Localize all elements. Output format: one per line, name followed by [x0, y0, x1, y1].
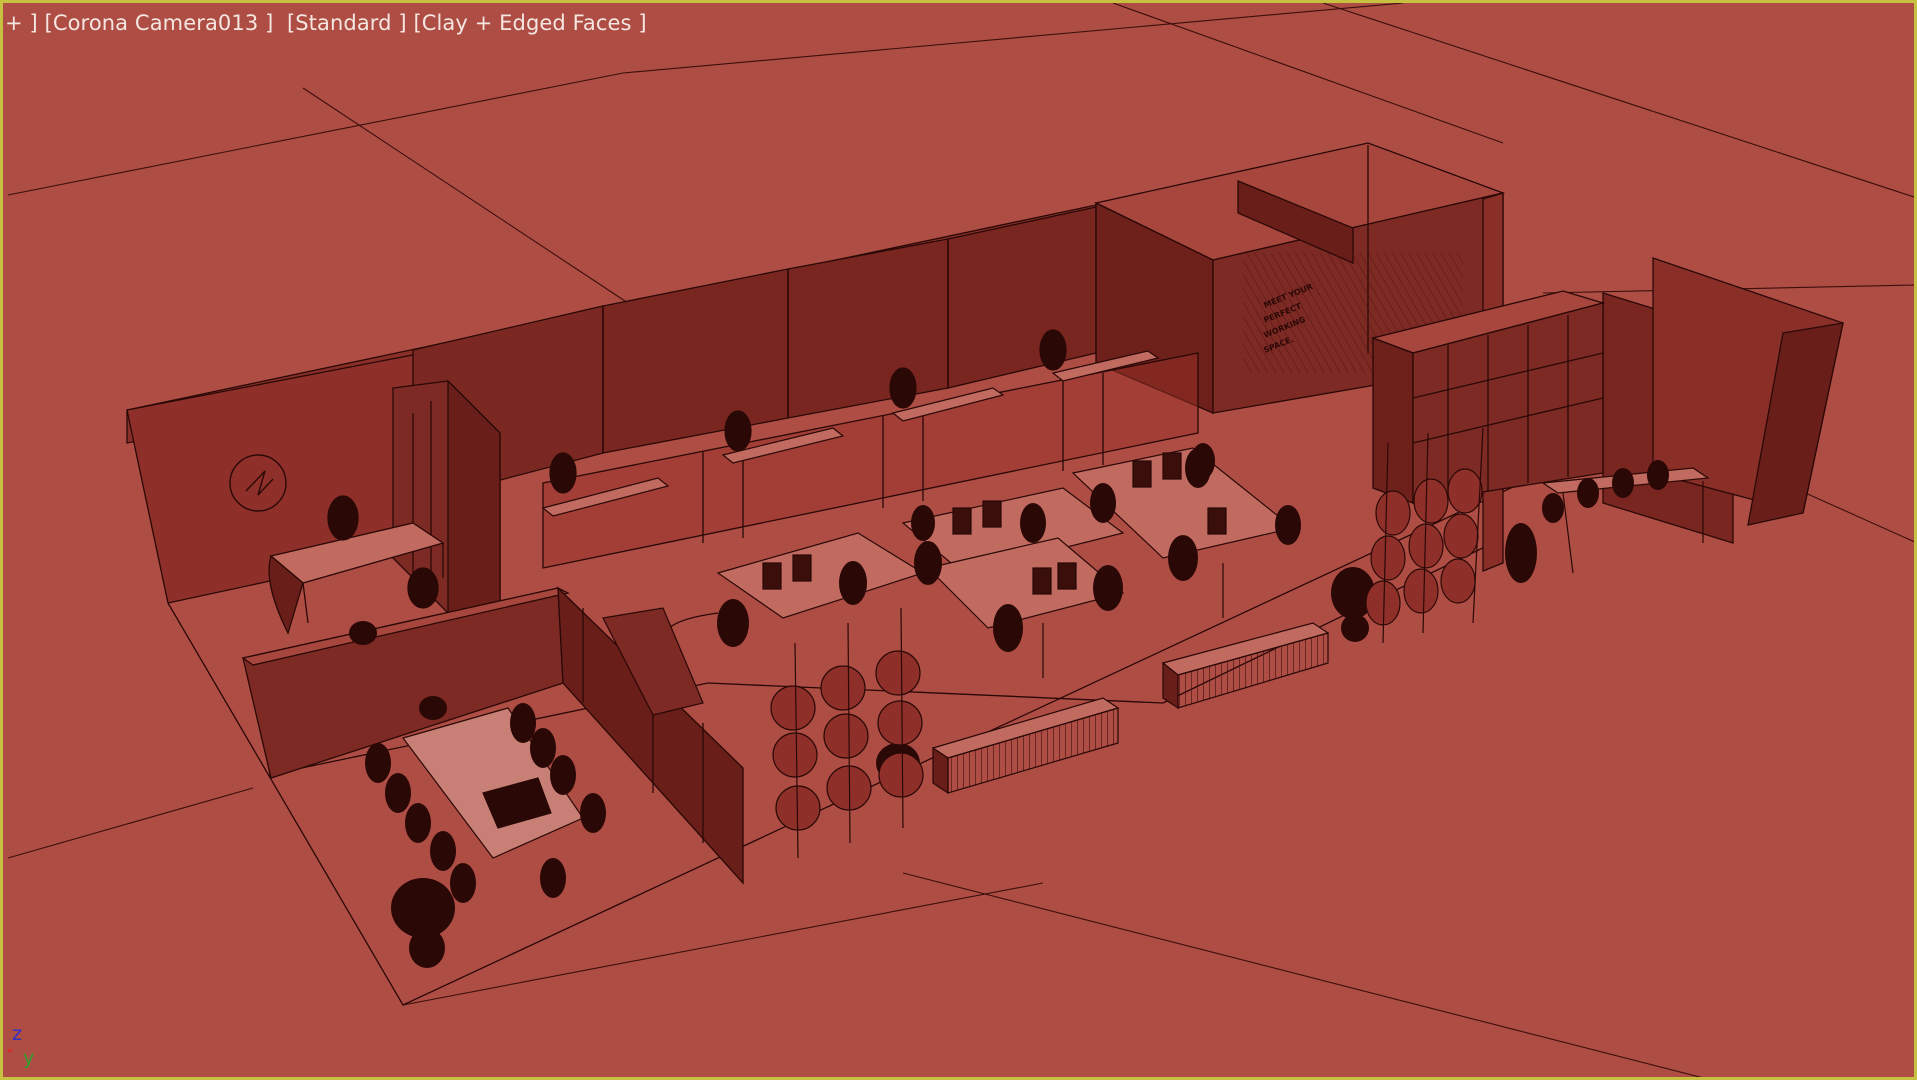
- z-axis-label: z: [12, 1023, 22, 1045]
- 3d-viewport[interactable]: MEET YOUR PERFECT WORKING SPACE. +] [Co…: [0, 0, 1917, 1080]
- viewport-menu[interactable]: + ]: [5, 11, 38, 35]
- camera-menu[interactable]: [Corona Camera013 ]: [45, 11, 274, 35]
- scene-render[interactable]: MEET YOUR PERFECT WORKING SPACE.: [3, 3, 1917, 1080]
- x-axis-marker: [8, 1049, 12, 1052]
- shading-menu[interactable]: [Standard ]: [287, 11, 407, 35]
- axis-gizmo: z y: [7, 1019, 47, 1075]
- display-mode-menu[interactable]: [Clay + Edged Faces ]: [413, 11, 646, 35]
- viewport-label: + ] [Corona Camera013 ] [Standard ] [Cla…: [5, 11, 647, 35]
- y-axis-label: y: [23, 1047, 35, 1069]
